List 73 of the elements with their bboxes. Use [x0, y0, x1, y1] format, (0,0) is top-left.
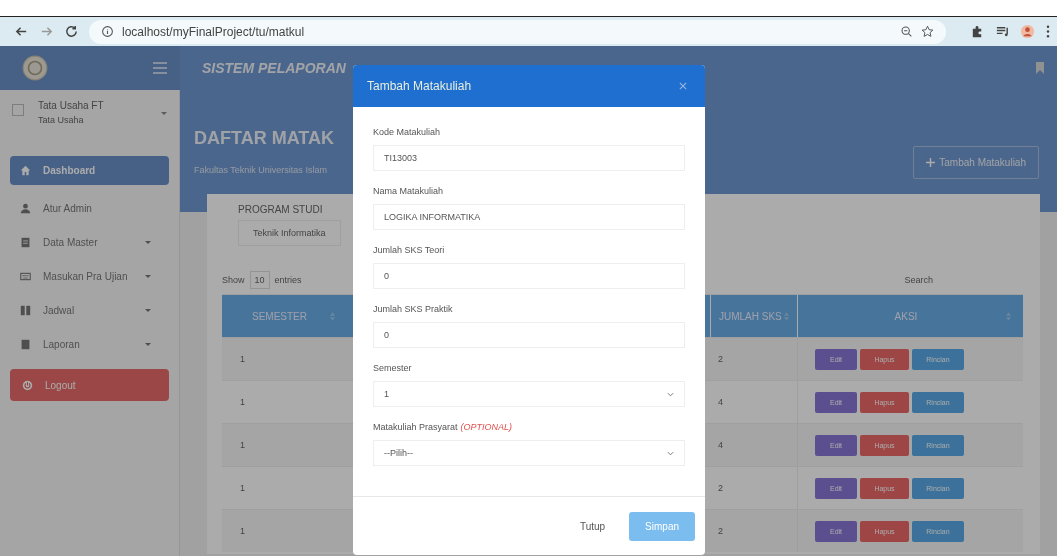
- field-label: Matakuliah Prasyarat: [373, 422, 458, 432]
- keyboard-icon: [20, 271, 31, 282]
- page-heading: DAFTAR MATAK: [194, 128, 334, 149]
- plus-icon: [926, 158, 936, 167]
- filter-label: PROGRAM STUDI: [238, 204, 323, 215]
- reload-icon[interactable]: [64, 24, 79, 39]
- caret-icon: [145, 343, 151, 346]
- caret-icon: [145, 241, 151, 244]
- modal-title: Tambah Matakuliah: [367, 79, 472, 93]
- sort-icon: [330, 311, 335, 321]
- info-icon[interactable]: [101, 25, 114, 38]
- page-subtitle: Fakultas Teknik Universitas Islam: [194, 165, 328, 175]
- table-cell: 1: [240, 440, 245, 450]
- list-icon: [20, 237, 31, 248]
- user-role: Tata Usaha: [38, 115, 85, 125]
- address-bar[interactable]: localhost/myFinalProject/tu/matkul: [89, 19, 946, 44]
- home-icon: [20, 165, 31, 176]
- table-cell: 2: [718, 526, 723, 536]
- field-label: Jumlah SKS Praktik: [373, 304, 453, 314]
- user-icon: [20, 203, 31, 214]
- input-field[interactable]: LOGIKA INFORMATIKA: [373, 204, 685, 230]
- field-label: Kode Matakuliah: [373, 127, 441, 137]
- table-cell: 4: [718, 397, 723, 407]
- user-name: Tata Usaha FT: [38, 100, 105, 111]
- logout-button[interactable]: Logout: [10, 369, 169, 401]
- select-field[interactable]: --Pilih--: [373, 440, 685, 466]
- url-text: localhost/myFinalProject/tu/matkul: [122, 24, 305, 39]
- playlist-icon[interactable]: [995, 24, 1010, 39]
- input-field[interactable]: 0: [373, 263, 685, 289]
- study-program-select[interactable]: Teknik Informatika: [238, 220, 341, 246]
- field-label: Semester: [373, 363, 412, 373]
- sidebar-item[interactable]: Laporan: [10, 330, 169, 359]
- entries-label: entries: [274, 275, 302, 285]
- page-size-select[interactable]: 10: [249, 271, 270, 289]
- save-button[interactable]: Simpan: [629, 511, 695, 541]
- table-cell: 1: [240, 526, 245, 536]
- show-label: Show: [222, 275, 245, 285]
- field-label: Jumlah SKS Teori: [373, 245, 445, 255]
- field-label: Nama Matakuliah: [373, 186, 444, 196]
- zoom-icon[interactable]: [900, 25, 913, 38]
- sort-icon: [1006, 311, 1011, 321]
- table-cell: 2: [718, 354, 723, 364]
- chevron-icon: [667, 391, 674, 397]
- sort-icon: [784, 311, 789, 321]
- emblem-icon: [22, 55, 48, 81]
- input-field[interactable]: 0: [373, 322, 685, 348]
- columns-icon: [20, 305, 31, 316]
- sidebar-item[interactable]: Dashboard: [10, 156, 169, 185]
- table-cell: 1: [240, 354, 245, 364]
- power-icon: [22, 379, 33, 391]
- chevron-icon: [667, 450, 674, 456]
- table-cell: 2: [718, 483, 723, 493]
- caret-icon: [145, 275, 151, 278]
- book-icon: [20, 339, 31, 350]
- caret-icon: [145, 309, 151, 312]
- sidebar-item[interactable]: Atur Admin: [10, 194, 169, 223]
- sidebar-item[interactable]: Jadwal: [10, 296, 169, 325]
- table-cell: 1: [240, 397, 245, 407]
- sidebar-item[interactable]: Masukan Pra Ujian: [10, 262, 169, 291]
- menu-icon[interactable]: [1045, 24, 1051, 39]
- app-title: SISTEM PELAPORAN: [202, 60, 346, 76]
- optional-note: (OPTIONAL): [460, 422, 513, 432]
- select-field[interactable]: 1: [373, 381, 685, 407]
- avatar-icon[interactable]: [1020, 24, 1035, 39]
- table-cell: 4: [718, 440, 723, 450]
- column-header[interactable]: SEMESTER: [222, 295, 343, 337]
- search-label: Search: [904, 275, 933, 285]
- star-icon[interactable]: [921, 25, 934, 38]
- table-cell: 1: [240, 483, 245, 493]
- input-field[interactable]: TI13003: [373, 145, 685, 171]
- sidebar-item[interactable]: Data Master: [10, 228, 169, 257]
- caret-icon[interactable]: [161, 112, 167, 115]
- add-course-button[interactable]: Tambah Matakuliah: [913, 146, 1039, 179]
